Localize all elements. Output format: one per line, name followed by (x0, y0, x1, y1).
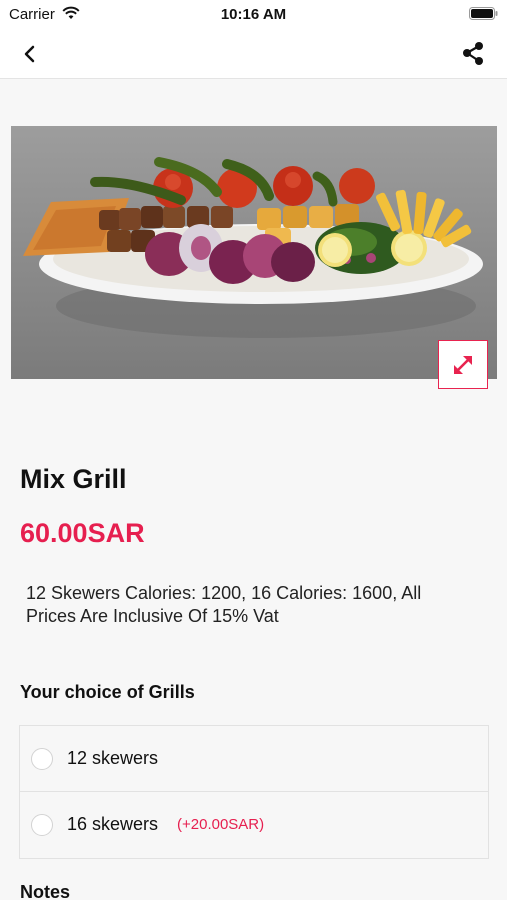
back-chevron-icon (24, 45, 35, 63)
radio-button[interactable] (31, 814, 53, 836)
notes-title: Notes (20, 882, 71, 900)
choice-options-list: 12 skewers 16 skewers (+20.00SAR) (19, 725, 489, 859)
battery-icon (469, 7, 498, 20)
product-name: Mix Grill (20, 464, 127, 494)
back-button[interactable] (14, 40, 44, 68)
share-icon (463, 42, 483, 65)
status-bar: Carrier 10:16 AM (0, 0, 507, 28)
option-16-skewers[interactable]: 16 skewers (+20.00SAR) (20, 792, 488, 858)
product-image (11, 126, 497, 379)
share-button[interactable] (461, 40, 487, 68)
expand-icon (454, 356, 472, 374)
product-price: 60.00SAR (20, 518, 145, 548)
expand-image-button[interactable] (438, 340, 488, 389)
option-12-skewers[interactable]: 12 skewers (20, 726, 488, 792)
option-label: 16 skewers (67, 814, 159, 834)
product-description: 12 Skewers Calories: 1200, 16 Calories: … (26, 583, 422, 626)
navigation-bar (0, 28, 507, 79)
radio-button[interactable] (31, 748, 53, 770)
choice-section-title: Your choice of Grills (20, 682, 195, 702)
option-extra-price: (+20.00SAR) (177, 816, 265, 833)
status-time: 10:16 AM (220, 6, 287, 23)
option-label: 12 skewers (67, 748, 159, 768)
